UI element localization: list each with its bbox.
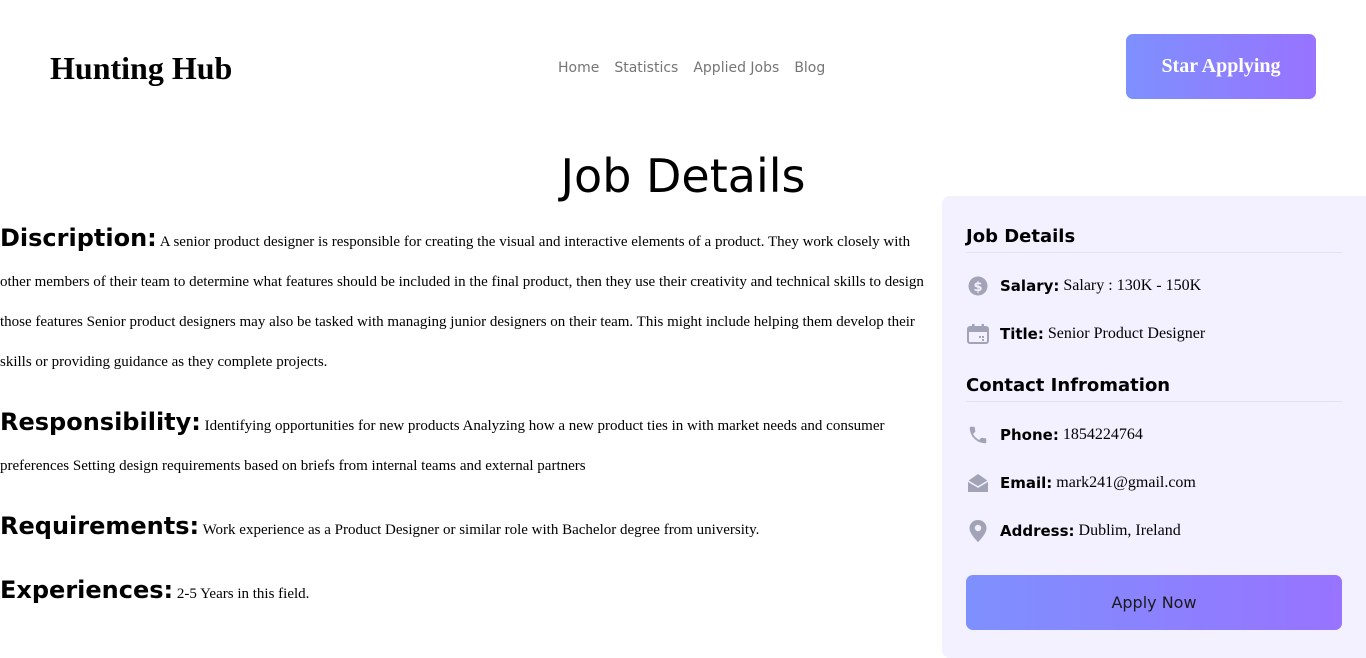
address-row: Address: Dublim, Ireland xyxy=(966,516,1342,546)
description-heading: Discription: xyxy=(0,224,157,252)
phone-value: 1854224764 xyxy=(1062,426,1143,443)
responsibility-heading: Responsibility: xyxy=(0,408,201,436)
start-applying-button[interactable]: Star Applying xyxy=(1126,34,1316,99)
email-label: Email: xyxy=(1000,474,1053,492)
experiences-heading: Experiences: xyxy=(0,576,174,604)
email-value[interactable]: mark241@gmail.com xyxy=(1056,474,1196,492)
brand-logo[interactable]: Hunting Hub xyxy=(50,48,232,88)
salary-value: Salary : 130K - 150K xyxy=(1063,277,1202,294)
email-row: Email: mark241@gmail.com xyxy=(966,468,1342,498)
nav-home[interactable]: Home xyxy=(558,58,599,78)
responsibility-paragraph: Responsibility: Identifying opportunitie… xyxy=(0,402,925,486)
requirements-paragraph: Requirements: Work experience as a Produ… xyxy=(0,506,925,550)
main-nav: Home Statistics Applied Jobs Blog xyxy=(558,58,825,78)
nav-blog[interactable]: Blog xyxy=(794,58,825,78)
apply-now-button[interactable]: Apply Now xyxy=(966,575,1342,630)
calendar-icon xyxy=(966,322,990,346)
experiences-text: 2-5 Years in this field. xyxy=(176,586,310,602)
phone-icon xyxy=(966,423,990,447)
dollar-icon: $ xyxy=(966,274,990,298)
job-description-section: Discription: A senior product designer i… xyxy=(0,218,925,634)
address-label: Address: xyxy=(1000,522,1075,540)
description-text: A senior product designer is responsible… xyxy=(0,234,924,370)
experiences-paragraph: Experiences: 2-5 Years in this field. xyxy=(0,570,925,614)
requirements-heading: Requirements: xyxy=(0,512,200,540)
requirements-text: Work experience as a Product Designer or… xyxy=(202,522,760,538)
phone-label: Phone: xyxy=(1000,426,1059,444)
phone-row: Phone: 1854224764 xyxy=(966,420,1342,450)
title-row: Title: Senior Product Designer xyxy=(966,319,1342,349)
nav-statistics[interactable]: Statistics xyxy=(614,58,678,78)
salary-row: $ Salary: Salary : 130K - 150K xyxy=(966,271,1342,301)
nav-applied-jobs[interactable]: Applied Jobs xyxy=(693,58,779,78)
job-details-heading: Job Details xyxy=(966,222,1342,253)
envelope-icon xyxy=(966,471,990,495)
salary-label: Salary: xyxy=(1000,277,1060,295)
title-value: Senior Product Designer xyxy=(1047,325,1206,342)
title-label: Title: xyxy=(1000,325,1044,343)
svg-text:$: $ xyxy=(973,280,982,295)
location-icon xyxy=(966,519,990,543)
description-paragraph: Discription: A senior product designer i… xyxy=(0,218,925,382)
contact-heading: Contact Infromation xyxy=(966,371,1342,402)
address-value: Dublim, Ireland xyxy=(1078,522,1181,539)
job-summary-card: Job Details $ Salary: Salary : 130K - 15… xyxy=(942,196,1366,658)
